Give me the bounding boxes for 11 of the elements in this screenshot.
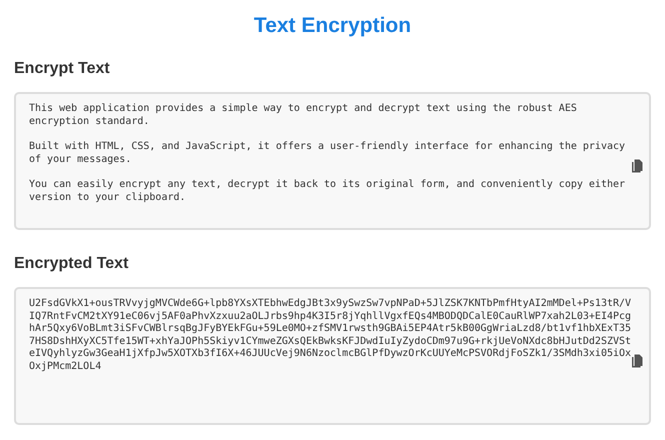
copy-icon[interactable] — [631, 158, 644, 172]
encrypted-text: U2FsdGVkX1+ousTRVvyjgMVCWde6G+lpb8YXsXTEbhwEdgJBt3x9ySwzSw7vpNPaD+5JlZSK7KNTbPmfHtyAI2mMDel+Ps13tR/VIQ7RntFvCM2tXY91eC06vj5AF0aPhvXzxuu2aOLJrbs9hp4K3I5r8jYqhllVgxfEQs4MBODQDCalE0CauRlWP7xah2L03+EI4PcghAr5Qxy6VoBLmt3iSFvCWBlrsqBgJFyBYEkFGu+59Le0MO+zfSMV1rwsth9GBAi5EP4Atr5kB00GgWriaLzd8/bt1vf1hbXExT357HS8DshHXyXC5Tfe15WT+xhYaJOPh5Skiyv1CYmweZGXsQEkBwksKFJDwdIuIyZydoCDm97u9G+rkjUeVoNXdc8bHJutDd2SZVSteIVQyhlyzGw3GeaH1jXfpJw5XOTXb3fI6X+46JUUcVej9N6NzoclmcBGlPfDywzOrKcUUYeMcPSVORdjFoSZk1/3SMdh3xi05iOxOxjPMcm2LOL4 — [29, 298, 632, 373]
text-area[interactable] — [14, 92, 651, 230]
paragraph: You can easily encrypt any text, decrypt it back to its original form, and conveniently copy either version to your clipboard. — [29, 179, 626, 204]
section-heading: Encrypted Text — [14, 254, 128, 274]
page-title: Text Encryption — [254, 14, 412, 38]
copy-icon[interactable] — [631, 354, 644, 368]
text-area[interactable] — [14, 287, 651, 425]
section-heading: Encrypt Text — [14, 59, 110, 79]
paragraph: Built with HTML, CSS, and JavaScript, it offers a user-friendly interface for enhancing the privacy of your messages. — [29, 141, 626, 166]
paragraph: This web application provides a simple way to encrypt and decrypt text using the robust AES encryption standard. — [29, 103, 578, 128]
